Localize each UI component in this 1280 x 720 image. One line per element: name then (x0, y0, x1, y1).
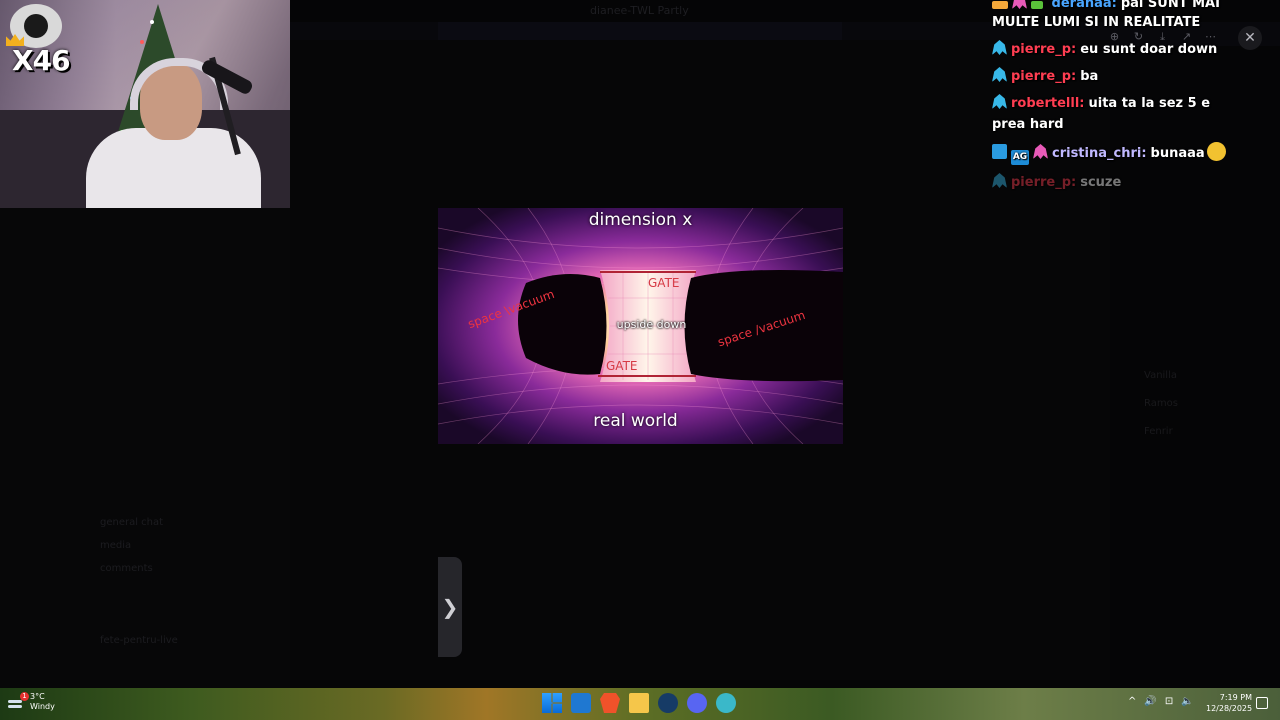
label-gate-top: GATE (648, 276, 680, 290)
weather-alert-badge: 1 (20, 692, 29, 701)
brave-browser-icon[interactable] (600, 693, 620, 713)
chat-text: eu sunt doar down (1080, 42, 1218, 57)
bg-member-ramos: Ramos (1144, 398, 1178, 409)
clock-time: 7:19 PM (1219, 693, 1252, 702)
robot-badge-icon (992, 40, 1007, 55)
store-icon[interactable] (571, 693, 591, 713)
chat-message: pierre_p: scuze (992, 172, 1257, 193)
chat-username: robertelll: (1011, 96, 1085, 111)
tray-overflow-icon[interactable]: ^ (1128, 696, 1136, 707)
clock-date: 12/28/2025 (1206, 704, 1253, 713)
chat-text: scuze (1080, 175, 1122, 190)
start-icon[interactable] (542, 693, 562, 713)
robot-badge-icon (992, 94, 1007, 109)
robot-badge-icon (992, 67, 1007, 82)
file-explorer-icon[interactable] (629, 693, 649, 713)
battery-badge-icon (1031, 1, 1043, 9)
laughing-emoji-icon (1206, 142, 1226, 161)
bg-channel-media: media (100, 540, 132, 551)
chat-text: MULTE LUMI SI IN REALITATE (992, 15, 1201, 30)
chat-message: pierre_p: ba (992, 66, 1257, 87)
chat-text: bunaaa (1150, 146, 1205, 161)
chat-text: pai SUNT MAI (1120, 0, 1220, 11)
ag-badge-icon: AG (1011, 150, 1029, 165)
chat-username: cristina_chri: (1052, 146, 1147, 161)
chat-message-continued: prea hard (992, 114, 1257, 135)
robot-badge-icon (1033, 144, 1048, 159)
label-real-world: real world (593, 411, 678, 431)
volume-icon[interactable]: 🔈 (1181, 696, 1193, 707)
webcam-feed: X46 (0, 0, 290, 208)
label-gate-bottom: GATE (606, 359, 638, 373)
bg-channel-comments: comments (100, 563, 153, 574)
chat-username: pierre_p: (1011, 42, 1077, 57)
bg-member-vanilla: Vanilla (1144, 370, 1177, 381)
chat-text: prea hard (992, 117, 1064, 132)
clock[interactable]: 7:19 PM 12/28/2025 (1206, 692, 1252, 714)
wind-icon: 1 (8, 692, 29, 709)
weather-widget[interactable]: 1 3°C Windy (8, 692, 55, 712)
next-image-button[interactable]: ❯ (438, 557, 462, 657)
chat-message: robertelll: uita ta la sez 5 e (992, 93, 1257, 114)
robot-badge-icon (1012, 0, 1027, 9)
bg-channel-fete: fete-pentru-live (100, 635, 178, 646)
multiplier-label: X46 (12, 44, 71, 77)
browser-globe-icon[interactable] (716, 693, 736, 713)
background-channel-list: general chat media comments fete-pentru-… (0, 205, 290, 688)
chat-username: pierre_p: (1011, 69, 1077, 84)
robot-badge-icon (992, 173, 1007, 188)
chat-message: AG cristina_chri: bunaaa (992, 142, 1257, 165)
bg-member-fenrir: Fenrir (1144, 426, 1173, 437)
wormhole-image: dimension x GATE upside down GATE space … (438, 208, 843, 444)
taskbar-apps (542, 693, 736, 713)
taskbar: 1 3°C Windy ^ 🔊 ⊡ 🔈 7:19 PM 12/28/2025 (0, 688, 1280, 720)
weather-condition: Windy (30, 702, 55, 711)
chat-message: pierre_p: eu sunt doar down (992, 39, 1257, 60)
speaker-icon[interactable]: 🔊 (1144, 696, 1156, 707)
chat-message-continued: MULTE LUMI SI IN REALITATE (992, 12, 1257, 33)
discord-icon[interactable] (687, 693, 707, 713)
weather-temperature: 3°C (30, 692, 45, 701)
sub-badge-icon (992, 1, 1008, 9)
label-dimension-x: dimension x (588, 210, 693, 230)
notification-icon[interactable] (1256, 697, 1268, 709)
moderator-badge-icon (992, 144, 1007, 159)
chat-text: uita ta la sez 5 e (1088, 96, 1211, 111)
system-tray: ^ 🔊 ⊡ 🔈 (1128, 696, 1194, 707)
bg-channel-general-chat: general chat (100, 517, 164, 528)
chat-username: deranaa: (1051, 0, 1117, 11)
steam-icon[interactable] (658, 693, 678, 713)
chat-text: ba (1080, 69, 1099, 84)
network-icon[interactable]: ⊡ (1165, 696, 1173, 707)
chat-username: pierre_p: (1011, 175, 1077, 190)
background-window-title: dianee-TWL Partly (590, 4, 689, 17)
